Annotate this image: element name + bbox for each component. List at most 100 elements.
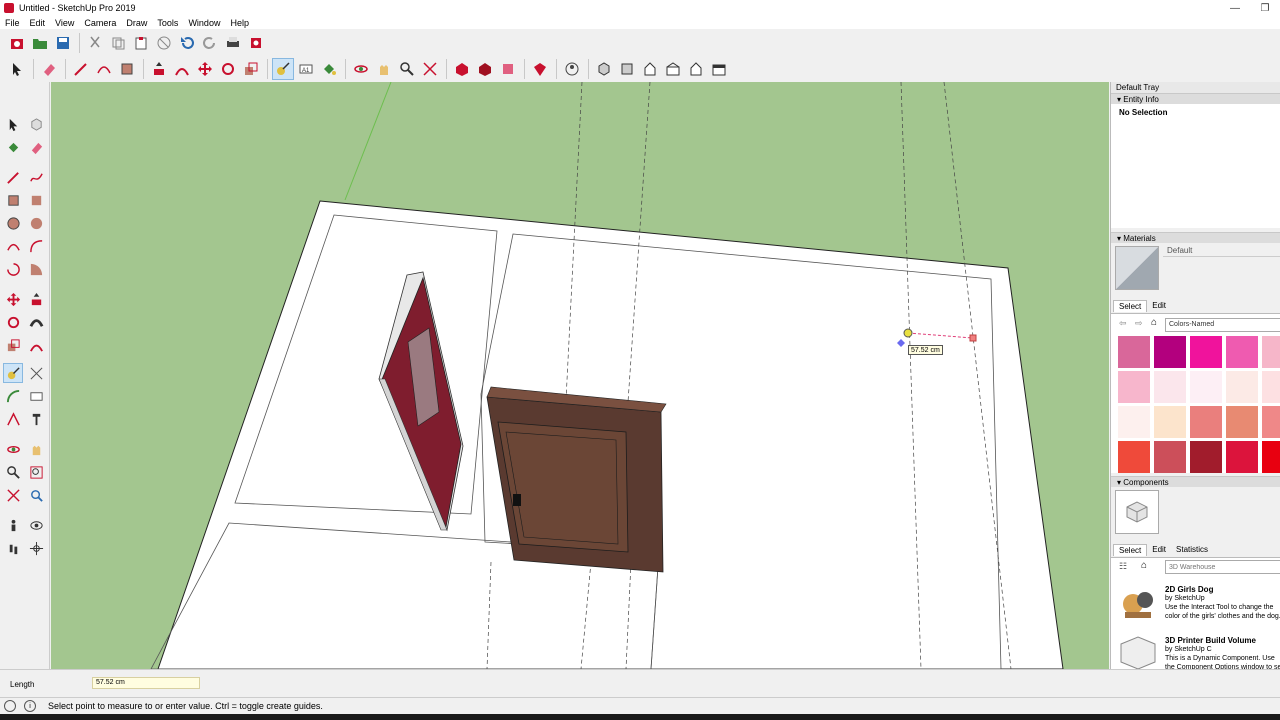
tab-select-components[interactable]: Select — [1113, 544, 1148, 556]
component-search-input[interactable] — [1165, 560, 1280, 574]
material-swatch[interactable] — [1154, 406, 1186, 438]
menu-camera[interactable]: Camera — [79, 18, 121, 28]
zoom-window-icon[interactable] — [26, 462, 46, 482]
component-thumbnail-printer-volume[interactable] — [1117, 634, 1159, 669]
position-camera-icon[interactable] — [3, 515, 23, 535]
undo-icon[interactable] — [176, 32, 198, 54]
restore-button[interactable]: ❐ — [1250, 0, 1280, 16]
material-swatch[interactable] — [1154, 371, 1186, 403]
component-name[interactable]: 2D Girls Dog — [1165, 585, 1213, 594]
component-name[interactable]: 3D Printer Build Volume — [1165, 636, 1256, 645]
material-swatch[interactable] — [1118, 406, 1150, 438]
save-icon[interactable] — [52, 32, 74, 54]
geolocation-icon[interactable] — [4, 700, 16, 712]
material-swatch[interactable] — [1262, 336, 1280, 368]
menu-view[interactable]: View — [50, 18, 79, 28]
zoom-tool-icon[interactable] — [3, 462, 23, 482]
push-pull-icon[interactable] — [148, 58, 170, 80]
pan-hand-icon[interactable] — [373, 58, 395, 80]
tab-select-materials[interactable]: Select — [1113, 300, 1148, 312]
arc-icon[interactable] — [93, 58, 115, 80]
material-swatch[interactable] — [1226, 441, 1258, 473]
material-swatch[interactable] — [1154, 441, 1186, 473]
scale-tool-icon[interactable] — [3, 335, 23, 355]
components-home-icon[interactable]: ⌂ — [1141, 560, 1147, 571]
component-preview[interactable] — [1115, 490, 1159, 534]
left-view-icon[interactable] — [708, 58, 730, 80]
pan-tool-icon[interactable] — [26, 439, 46, 459]
3d-text-icon[interactable] — [26, 409, 46, 429]
menu-file[interactable]: File — [0, 18, 25, 28]
info-icon[interactable]: i — [24, 700, 36, 712]
tab-edit-components[interactable]: Edit — [1147, 544, 1171, 556]
paste-icon[interactable] — [130, 32, 152, 54]
three-point-arc-icon[interactable] — [3, 259, 23, 279]
material-preview[interactable] — [1115, 246, 1159, 290]
orbit-tool-icon[interactable] — [3, 439, 23, 459]
new-file-icon[interactable] — [6, 32, 28, 54]
offset-tool-icon[interactable] — [26, 335, 46, 355]
offset-icon[interactable] — [171, 58, 193, 80]
component-thumbnail-girls-dog[interactable] — [1117, 582, 1159, 624]
section-plane-icon[interactable] — [26, 538, 46, 558]
sign-in-user-icon[interactable] — [561, 58, 583, 80]
arc-tool-icon[interactable] — [3, 236, 23, 256]
select-tool-icon[interactable] — [3, 114, 23, 134]
select-arrow-icon[interactable] — [6, 58, 28, 80]
material-swatch[interactable] — [1226, 406, 1258, 438]
entity-info-header[interactable]: Entity Info — [1111, 93, 1280, 104]
print-icon[interactable] — [222, 32, 244, 54]
share-component-icon[interactable] — [497, 58, 519, 80]
material-swatch[interactable] — [1118, 371, 1150, 403]
zoom-icon[interactable] — [396, 58, 418, 80]
iso-view-icon[interactable] — [593, 58, 615, 80]
model-info-icon[interactable] — [245, 32, 267, 54]
material-swatch[interactable] — [1190, 336, 1222, 368]
paint-bucket-icon[interactable] — [318, 58, 340, 80]
material-swatch[interactable] — [1226, 371, 1258, 403]
protractor-icon[interactable] — [3, 386, 23, 406]
front-view-icon[interactable] — [639, 58, 661, 80]
erase-selection-icon[interactable] — [153, 32, 175, 54]
material-swatch[interactable] — [1154, 336, 1186, 368]
zoom-extents-tool-icon[interactable] — [3, 485, 23, 505]
view-options-icon[interactable]: ☷ — [1119, 561, 1127, 572]
look-around-icon[interactable] — [26, 515, 46, 535]
previous-view-icon[interactable] — [26, 485, 46, 505]
components-header[interactable]: Components — [1111, 476, 1280, 487]
home-icon[interactable]: ⌂ — [1151, 317, 1157, 328]
freehand-tool-icon[interactable] — [26, 167, 46, 187]
two-point-arc-icon[interactable] — [26, 236, 46, 256]
model-viewport[interactable]: 57.52 cm — [51, 82, 1109, 669]
menu-window[interactable]: Window — [183, 18, 225, 28]
rectangle-tool-icon[interactable] — [3, 190, 23, 210]
circle-tool-icon[interactable] — [3, 213, 23, 233]
paint-bucket-tool-icon[interactable] — [3, 137, 23, 157]
model-scene[interactable] — [51, 82, 1109, 669]
tape-measure-icon[interactable] — [272, 58, 294, 80]
extension-warehouse-icon[interactable] — [529, 58, 551, 80]
share-model-icon[interactable] — [474, 58, 496, 80]
polygon-tool-icon[interactable] — [26, 213, 46, 233]
material-swatch[interactable] — [1262, 371, 1280, 403]
measurement-value-input[interactable]: 57.52 cm — [92, 677, 200, 689]
text-tool-icon[interactable]: A1 — [295, 58, 317, 80]
menu-edit[interactable]: Edit — [25, 18, 51, 28]
material-swatch[interactable] — [1118, 336, 1150, 368]
tab-edit-materials[interactable]: Edit — [1147, 300, 1171, 312]
back-view-icon[interactable] — [685, 58, 707, 80]
menu-draw[interactable]: Draw — [121, 18, 152, 28]
copy-icon[interactable] — [107, 32, 129, 54]
tape-measure-tool-icon[interactable] — [3, 363, 23, 383]
rectangle-icon[interactable] — [116, 58, 138, 80]
material-swatch[interactable] — [1118, 441, 1150, 473]
move-icon[interactable] — [194, 58, 216, 80]
move-tool-icon[interactable] — [3, 289, 23, 309]
top-view-icon[interactable] — [616, 58, 638, 80]
material-swatch[interactable] — [1190, 406, 1222, 438]
menu-tools[interactable]: Tools — [152, 18, 183, 28]
axes-tool-icon[interactable] — [3, 409, 23, 429]
eraser-icon[interactable] — [38, 58, 60, 80]
eraser-tool-icon[interactable] — [26, 137, 46, 157]
make-component-icon[interactable] — [26, 114, 46, 134]
